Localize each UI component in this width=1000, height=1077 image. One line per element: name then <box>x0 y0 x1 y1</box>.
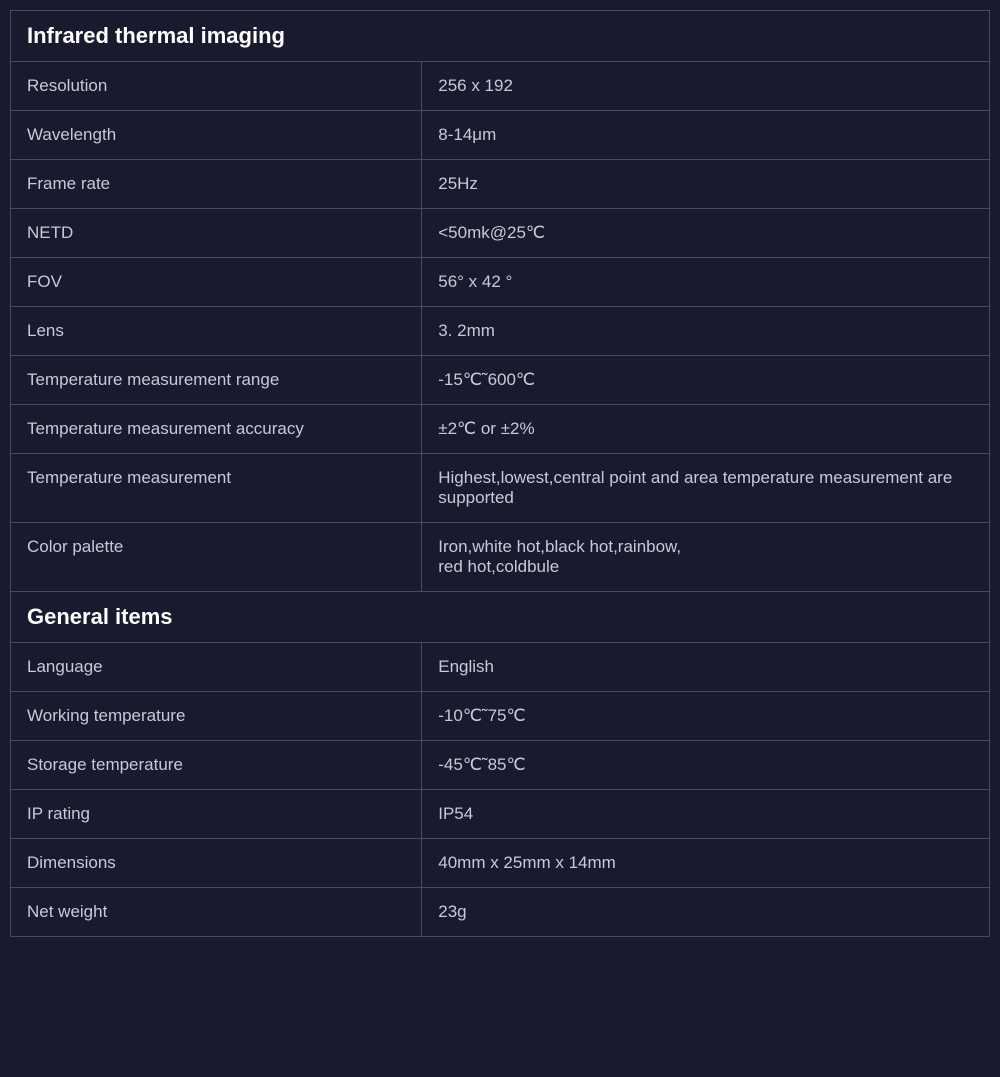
row-label: Lens <box>11 307 422 356</box>
row-value: 23g <box>422 888 989 937</box>
row-value: IP54 <box>422 790 989 839</box>
row-label: Temperature measurement range <box>11 356 422 405</box>
table-row: Lens3. 2mm <box>11 307 989 356</box>
row-value: 3. 2mm <box>422 307 989 356</box>
table-row: FOV56° x 42 ° <box>11 258 989 307</box>
row-label: FOV <box>11 258 422 307</box>
row-label: NETD <box>11 209 422 258</box>
row-label: Temperature measurement <box>11 454 422 523</box>
row-value: 256 x 192 <box>422 62 989 111</box>
table-row: IP ratingIP54 <box>11 790 989 839</box>
table-row: Temperature measurement range-15℃˜600℃ <box>11 356 989 405</box>
table-row: NETD<50mk@25℃ <box>11 209 989 258</box>
infrared-section-header: Infrared thermal imaging <box>11 11 989 62</box>
table-row: Temperature measurement accuracy±2℃ or ±… <box>11 405 989 454</box>
general-section-header: General items <box>11 591 989 643</box>
spec-table-container: Infrared thermal imaging Resolution256 x… <box>10 10 990 937</box>
table-row: Frame rate25Hz <box>11 160 989 209</box>
infrared-table: Resolution256 x 192Wavelength8-14μmFrame… <box>11 62 989 591</box>
row-value: 25Hz <box>422 160 989 209</box>
general-table: LanguageEnglishWorking temperature-10℃˜7… <box>11 643 989 936</box>
row-value: 40mm x 25mm x 14mm <box>422 839 989 888</box>
table-row: Wavelength8-14μm <box>11 111 989 160</box>
row-value: Highest,lowest,central point and area te… <box>422 454 989 523</box>
row-value: English <box>422 643 989 692</box>
table-row: Net weight23g <box>11 888 989 937</box>
table-row: Storage temperature-45℃˜85℃ <box>11 741 989 790</box>
general-title: General items <box>27 604 973 630</box>
row-label: Color palette <box>11 523 422 592</box>
row-label: Resolution <box>11 62 422 111</box>
row-label: Storage temperature <box>11 741 422 790</box>
row-label: Language <box>11 643 422 692</box>
row-label: Temperature measurement accuracy <box>11 405 422 454</box>
row-value: <50mk@25℃ <box>422 209 989 258</box>
row-value: 56° x 42 ° <box>422 258 989 307</box>
row-label: Working temperature <box>11 692 422 741</box>
row-value: -15℃˜600℃ <box>422 356 989 405</box>
row-label: Frame rate <box>11 160 422 209</box>
row-label: Wavelength <box>11 111 422 160</box>
table-row: Dimensions40mm x 25mm x 14mm <box>11 839 989 888</box>
table-row: LanguageEnglish <box>11 643 989 692</box>
table-row: Temperature measurementHighest,lowest,ce… <box>11 454 989 523</box>
table-row: Working temperature-10℃˜75℃ <box>11 692 989 741</box>
row-value: -10℃˜75℃ <box>422 692 989 741</box>
table-row: Resolution256 x 192 <box>11 62 989 111</box>
row-label: IP rating <box>11 790 422 839</box>
row-value: ±2℃ or ±2% <box>422 405 989 454</box>
row-value: 8-14μm <box>422 111 989 160</box>
row-value: -45℃˜85℃ <box>422 741 989 790</box>
row-value: Iron,white hot,black hot,rainbow,red hot… <box>422 523 989 592</box>
row-label: Net weight <box>11 888 422 937</box>
table-row: Color paletteIron,white hot,black hot,ra… <box>11 523 989 592</box>
infrared-title: Infrared thermal imaging <box>27 23 973 49</box>
row-label: Dimensions <box>11 839 422 888</box>
